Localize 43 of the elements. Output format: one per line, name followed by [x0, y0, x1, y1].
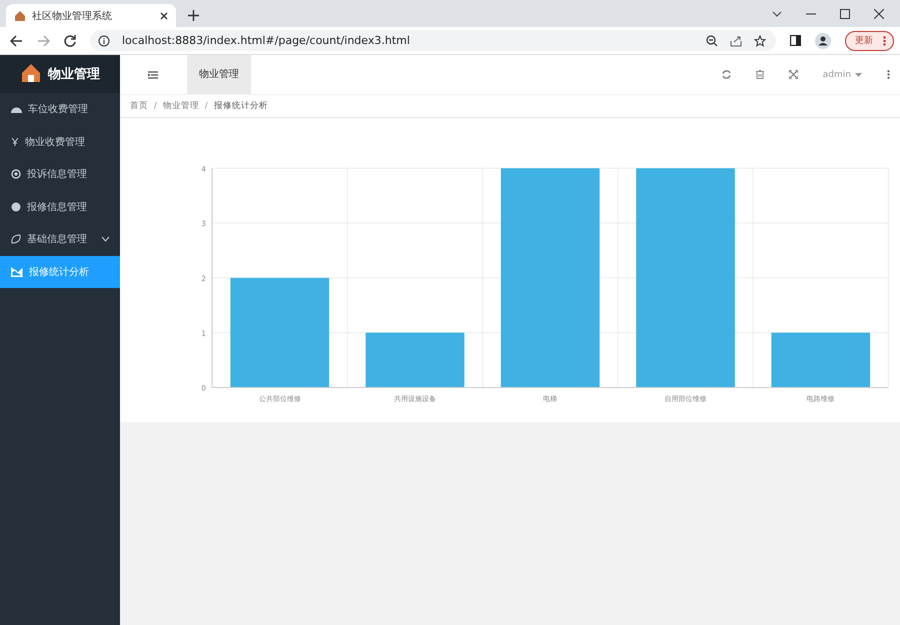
sidebar-item[interactable]: 投诉信息管理 [0, 158, 120, 190]
tab-title: 社区物业管理系统 [32, 10, 113, 22]
info-icon [98, 34, 110, 46]
menu-icon[interactable] [148, 70, 158, 78]
breadcrumb-separator: / [204, 101, 208, 111]
close-icon[interactable] [874, 8, 884, 18]
update-button[interactable]: 更新 [845, 30, 894, 50]
chevron-down-icon[interactable] [772, 10, 782, 16]
sidebar-item[interactable]: 基础信息管理 [0, 223, 120, 256]
back-arrow-icon[interactable] [10, 34, 23, 46]
fullscreen-icon[interactable] [788, 70, 798, 79]
breadcrumb-link[interactable]: 物业管理 [162, 100, 199, 112]
reload-icon[interactable] [64, 34, 76, 46]
share-icon[interactable] [730, 34, 742, 46]
leaf-icon [11, 234, 21, 244]
target-icon [11, 169, 21, 180]
logo-text: 物业管理 [48, 66, 100, 83]
sidebar-item[interactable]: 车位收费管理 [0, 93, 120, 126]
browser-tab[interactable]: 社区物业管理系统 [6, 4, 176, 27]
house-icon [14, 10, 26, 22]
refresh-icon[interactable] [722, 70, 731, 79]
breadcrumb-link[interactable]: 首页 [130, 100, 148, 112]
sidebar-item[interactable]: 报修信息管理 [0, 190, 120, 223]
zoom-out-icon[interactable] [706, 34, 718, 46]
profile-icon[interactable] [815, 32, 831, 48]
area-chart-icon [11, 266, 23, 277]
circle-icon [11, 202, 21, 212]
breadcrumb-separator: / [154, 101, 157, 111]
header-tab[interactable]: 物业管理 [187, 55, 251, 94]
trash-icon[interactable] [756, 70, 764, 79]
close-icon[interactable] [160, 12, 168, 20]
sidebar-item[interactable]: 物业收费管理 [0, 126, 120, 158]
star-icon[interactable] [754, 34, 766, 46]
address-field[interactable]: localhost:8883/index.html#/page/count/index3.html [90, 30, 776, 51]
kebab-icon [883, 36, 886, 46]
minimize-icon[interactable] [806, 12, 816, 14]
caret-icon [855, 72, 862, 76]
maximize-icon[interactable] [840, 8, 850, 18]
side-panel-icon[interactable] [790, 35, 801, 46]
plus-icon[interactable] [188, 10, 199, 21]
gauge-icon [11, 105, 22, 114]
kebab-icon[interactable] [887, 70, 890, 79]
yen-icon [11, 138, 19, 146]
